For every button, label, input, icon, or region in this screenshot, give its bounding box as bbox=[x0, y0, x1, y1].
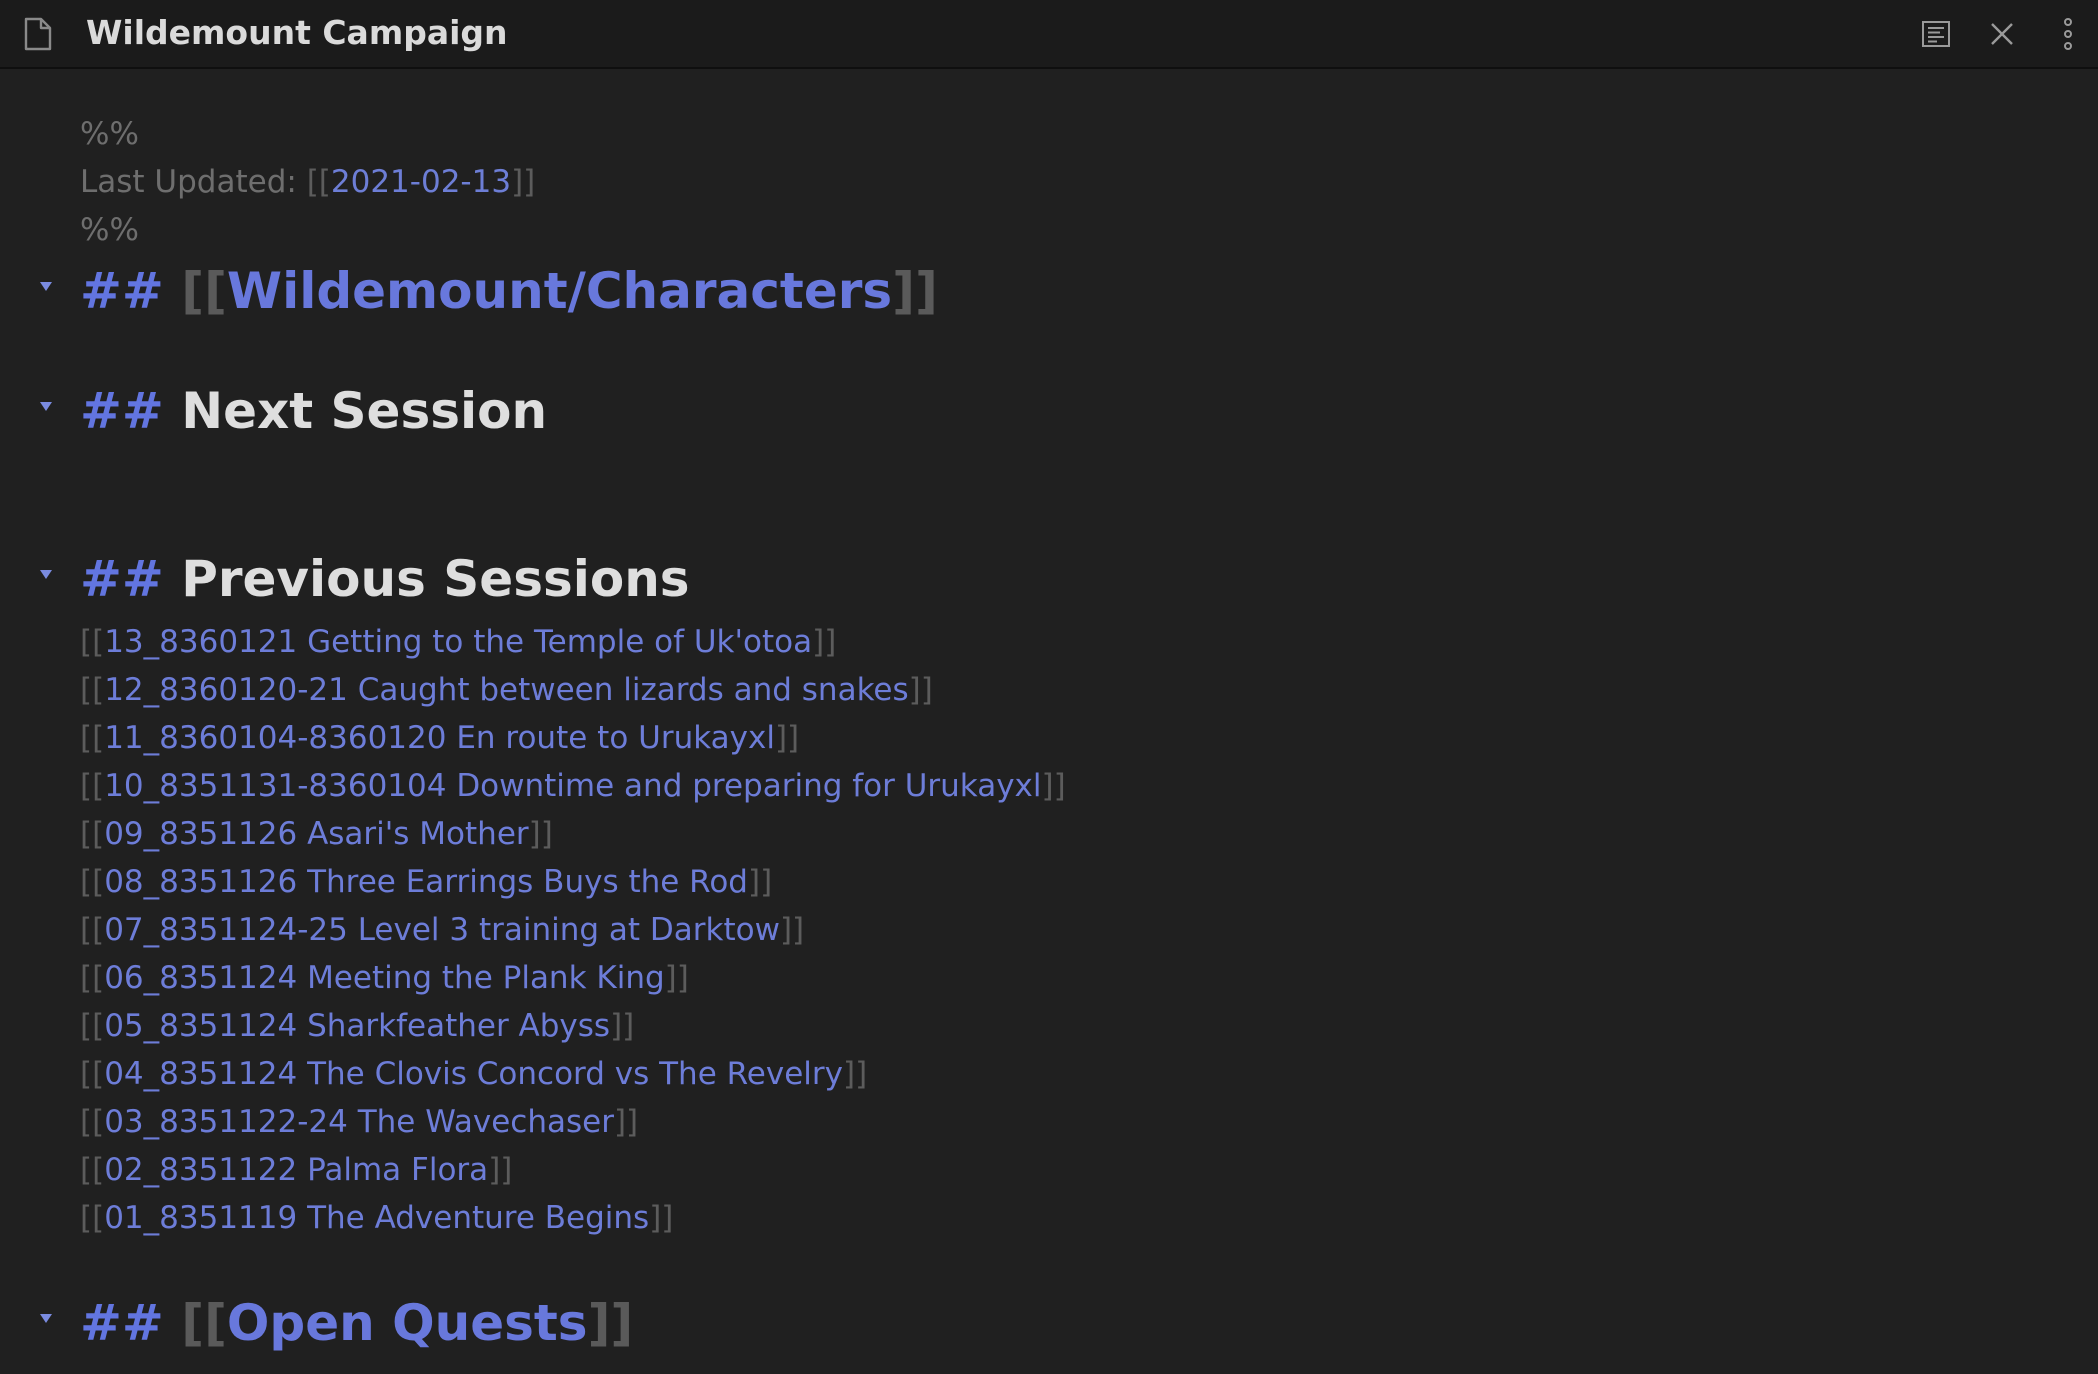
session-link[interactable]: 08_8351126 Three Earrings Buys the Rod bbox=[104, 864, 748, 900]
session-link-item: [[08_8351126 Three Earrings Buys the Rod… bbox=[80, 862, 772, 902]
session-link[interactable]: 13_8360121 Getting to the Temple of Uk'o… bbox=[104, 624, 812, 660]
link-close-brackets: ]] bbox=[892, 262, 938, 320]
reading-view-icon bbox=[1922, 21, 1950, 47]
session-link[interactable]: 04_8351124 The Clovis Concord vs The Rev… bbox=[104, 1056, 843, 1092]
link-open-brackets: [[ bbox=[80, 816, 105, 852]
editor-content[interactable]: %% Last Updated: [[2021-02-13]] %% ## [[… bbox=[0, 69, 2098, 1374]
fold-toggle-previous-sessions[interactable] bbox=[40, 570, 52, 579]
link-open-brackets: [[ bbox=[80, 960, 105, 996]
link-open-brackets: [[ bbox=[80, 1200, 105, 1236]
session-link[interactable]: 10_8351131-8360104 Downtime and preparin… bbox=[104, 768, 1041, 804]
link-close-brackets: ]] bbox=[908, 672, 933, 708]
heading-text: Next Session bbox=[181, 382, 548, 440]
session-link[interactable]: 12_8360120-21 Caught between lizards and… bbox=[104, 672, 908, 708]
comment-open-marker: %% bbox=[80, 116, 139, 152]
open-quests-link[interactable]: Open Quests bbox=[227, 1294, 588, 1352]
session-link[interactable]: 05_8351124 Sharkfeather Abyss bbox=[104, 1008, 610, 1044]
session-link-item: [[10_8351131-8360104 Downtime and prepar… bbox=[80, 766, 1066, 806]
session-link[interactable]: 11_8360104-8360120 En route to Urukayxl bbox=[104, 720, 775, 756]
link-close-brackets: ]] bbox=[511, 164, 536, 200]
heading-marker: ## bbox=[80, 382, 164, 440]
session-link-item: [[11_8360104-8360120 En route to Urukayx… bbox=[80, 718, 799, 758]
session-link-item: [[03_8351122-24 The Wavechaser]] bbox=[80, 1102, 638, 1142]
characters-link[interactable]: Wildemount/Characters bbox=[227, 262, 892, 320]
link-close-brackets: ]] bbox=[488, 1152, 513, 1188]
session-link-item: [[05_8351124 Sharkfeather Abyss]] bbox=[80, 1006, 634, 1046]
link-close-brackets: ]] bbox=[610, 1008, 635, 1044]
link-open-brackets: [[ bbox=[80, 624, 105, 660]
link-open-brackets: [[ bbox=[80, 864, 105, 900]
link-open-brackets: [[ bbox=[181, 1294, 227, 1352]
session-link[interactable]: 07_8351124-25 Level 3 training at Darkto… bbox=[104, 912, 780, 948]
session-link-item: [[09_8351126 Asari's Mother]] bbox=[80, 814, 553, 854]
link-open-brackets: [[ bbox=[80, 1104, 105, 1140]
more-options-button[interactable] bbox=[2054, 14, 2082, 54]
last-updated-line: Last Updated: [[2021-02-13]] bbox=[80, 162, 535, 202]
link-close-brackets: ]] bbox=[664, 960, 689, 996]
document-icon bbox=[24, 17, 52, 51]
heading-characters: ## [[Wildemount/Characters]] bbox=[80, 261, 938, 321]
session-link-item: [[01_8351119 The Adventure Begins]] bbox=[80, 1198, 673, 1238]
link-open-brackets: [[ bbox=[80, 912, 105, 948]
heading-text: Previous Sessions bbox=[181, 550, 690, 608]
link-open-brackets: [[ bbox=[80, 720, 105, 756]
link-open-brackets: [[ bbox=[80, 1152, 105, 1188]
more-options-icon bbox=[2064, 18, 2072, 50]
session-link-item: [[07_8351124-25 Level 3 training at Dark… bbox=[80, 910, 804, 950]
fold-toggle-open-quests[interactable] bbox=[40, 1314, 52, 1323]
link-close-brackets: ]] bbox=[528, 816, 553, 852]
session-link[interactable]: 09_8351126 Asari's Mother bbox=[104, 816, 528, 852]
link-close-brackets: ]] bbox=[649, 1200, 674, 1236]
link-open-brackets: [[ bbox=[80, 672, 105, 708]
comment-close-marker: %% bbox=[80, 212, 139, 248]
close-icon bbox=[1991, 23, 2013, 45]
session-link-item: [[04_8351124 The Clovis Concord vs The R… bbox=[80, 1054, 867, 1094]
link-open-brackets: [[ bbox=[80, 1056, 105, 1092]
session-link[interactable]: 06_8351124 Meeting the Plank King bbox=[104, 960, 664, 996]
last-updated-label: Last Updated: bbox=[80, 164, 307, 200]
link-close-brackets: ]] bbox=[613, 1104, 639, 1140]
last-updated-date-link[interactable]: 2021-02-13 bbox=[331, 164, 511, 200]
title-bar: Wildemount Campaign bbox=[0, 0, 2098, 69]
heading-marker: ## bbox=[80, 550, 164, 608]
session-link-item: [[12_8360120-21 Caught between lizards a… bbox=[80, 670, 933, 710]
heading-next-session: ## Next Session bbox=[80, 381, 547, 441]
link-open-brackets: [[ bbox=[306, 164, 331, 200]
session-link[interactable]: 01_8351119 The Adventure Begins bbox=[104, 1200, 649, 1236]
link-close-brackets: ]] bbox=[1041, 768, 1066, 804]
heading-marker: ## bbox=[80, 1294, 164, 1352]
link-close-brackets: ]] bbox=[587, 1294, 634, 1352]
close-button[interactable] bbox=[1984, 14, 2020, 54]
session-link-item: [[13_8360121 Getting to the Temple of Uk… bbox=[80, 622, 836, 662]
link-open-brackets: [[ bbox=[181, 262, 227, 320]
heading-marker: ## bbox=[80, 262, 164, 320]
link-close-brackets: ]] bbox=[812, 624, 837, 660]
link-close-brackets: ]] bbox=[747, 864, 773, 900]
session-link-item: [[06_8351124 Meeting the Plank King]] bbox=[80, 958, 689, 998]
reading-view-button[interactable] bbox=[1918, 14, 1954, 54]
link-close-brackets: ]] bbox=[842, 1056, 868, 1092]
fold-toggle-next-session[interactable] bbox=[40, 402, 52, 411]
session-link-item: [[02_8351122 Palma Flora]] bbox=[80, 1150, 512, 1190]
link-close-brackets: ]] bbox=[774, 720, 800, 756]
note-window: Wildemount Campaign %% Last Updated: [[2… bbox=[0, 0, 2098, 1374]
link-open-brackets: [[ bbox=[80, 1008, 105, 1044]
heading-open-quests: ## [[Open Quests]] bbox=[80, 1293, 633, 1353]
session-link[interactable]: 02_8351122 Palma Flora bbox=[104, 1152, 488, 1188]
session-link[interactable]: 03_8351122-24 The Wavechaser bbox=[104, 1104, 614, 1140]
link-open-brackets: [[ bbox=[80, 768, 105, 804]
link-close-brackets: ]] bbox=[779, 912, 805, 948]
fold-toggle-characters[interactable] bbox=[40, 282, 52, 291]
note-title: Wildemount Campaign bbox=[86, 13, 508, 52]
heading-previous-sessions: ## Previous Sessions bbox=[80, 549, 690, 609]
